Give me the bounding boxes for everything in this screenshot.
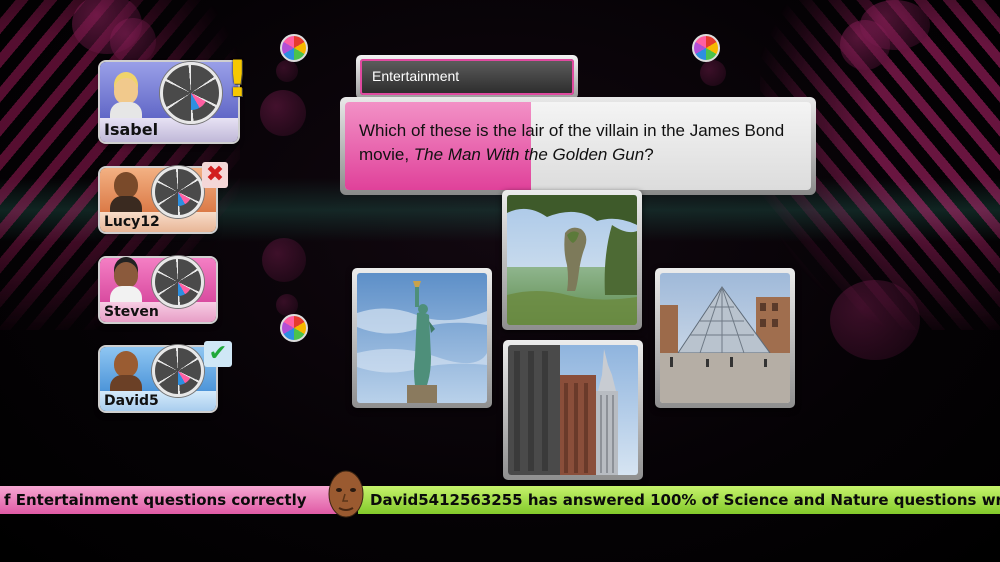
player-card-steven: Steven: [100, 256, 216, 322]
avatar: [108, 170, 144, 212]
movie-title: The Man With the Golden Gun: [413, 145, 645, 164]
question-mark: ?: [644, 145, 654, 164]
question-line-2: movie,: [359, 145, 414, 164]
player-name: Isabel: [100, 118, 238, 142]
category-wheel-icon: [692, 34, 720, 62]
question-text: Which of these is the lair of the villai…: [359, 119, 801, 167]
rock-island-photo: [507, 195, 637, 325]
player-card-isabel: ! Isabel: [100, 54, 249, 142]
category-label: Entertainment: [356, 55, 578, 99]
category-text: Entertainment: [360, 59, 574, 95]
statue-of-liberty-photo: [357, 273, 487, 403]
avatar: [108, 260, 144, 302]
answer-tile-statue-of-liberty[interactable]: [352, 268, 492, 408]
progress-wheel-icon: [152, 345, 204, 397]
news-ticker: f Entertainment questions correctly Davi…: [0, 470, 1000, 518]
question-line-1: Which of these is the lair of the villai…: [359, 121, 785, 140]
avatar: [108, 76, 144, 118]
progress-wheel-icon: [152, 166, 204, 218]
player-card-lucy12: ✖ Lucy12: [100, 162, 228, 232]
answer-tile-rock-island[interactable]: [502, 190, 642, 330]
answer-tile-skyscraper[interactable]: [503, 340, 643, 480]
exclamation-icon: !: [226, 50, 249, 108]
player-name: Lucy12: [100, 212, 216, 232]
answer-tile-louvre-pyramid[interactable]: [655, 268, 795, 408]
ticker-text-left: f Entertainment questions correctly: [0, 486, 338, 514]
ticker-avatar-icon: [326, 468, 366, 522]
ticker-text-right: David5412563255 has answered 100% of Sci…: [358, 486, 1000, 514]
player-name: Steven: [100, 302, 216, 322]
category-wheel-icon: [280, 314, 308, 342]
x-mark-icon: ✖: [202, 162, 228, 188]
category-wheel-icon: [280, 34, 308, 62]
check-mark-icon: ✔: [204, 341, 232, 367]
player-name: David5: [100, 391, 216, 411]
player-card-david5: ✔ David5: [100, 341, 232, 411]
question-panel: Which of these is the lair of the villai…: [340, 97, 816, 195]
avatar: [108, 349, 144, 391]
progress-wheel-icon: [152, 256, 204, 308]
skyscraper-photo: [508, 345, 638, 475]
louvre-pyramid-photo: [660, 273, 790, 403]
progress-wheel-icon: [160, 62, 222, 124]
